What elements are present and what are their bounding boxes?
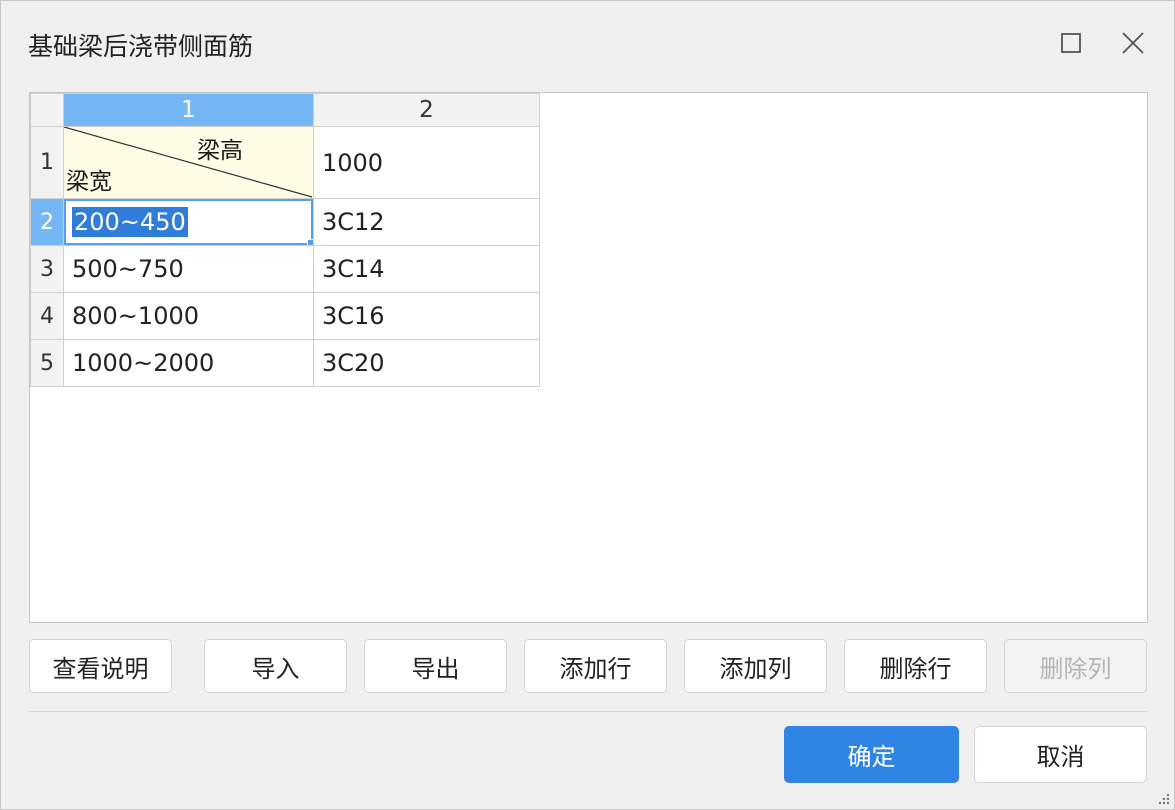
row-header-5[interactable]: 5 [30, 339, 64, 387]
import-button[interactable]: 导入 [204, 639, 347, 693]
grid-cell[interactable]: 3C16 [313, 292, 540, 340]
row-header-1[interactable]: 1 [30, 126, 64, 199]
grid-cell[interactable]: 1000 [313, 126, 540, 199]
divider [29, 711, 1147, 712]
grid-table: 1 2 1 梁高 梁宽 1000 2 200~450 3C12 3 500~75… [30, 93, 540, 387]
cell-selection-outline [64, 199, 313, 245]
maximize-icon [1061, 33, 1081, 53]
grid-cell[interactable]: 3C12 [313, 198, 540, 246]
grid-cell[interactable]: 3C14 [313, 245, 540, 293]
add-row-button[interactable]: 添加行 [524, 639, 667, 693]
header-bottom-label: 梁宽 [66, 169, 112, 195]
grid-cell[interactable]: 800~1000 [63, 292, 314, 340]
row-header-3[interactable]: 3 [30, 245, 64, 293]
column-header-2[interactable]: 2 [313, 93, 540, 127]
add-column-button[interactable]: 添加列 [684, 639, 827, 693]
active-grid-cell[interactable]: 200~450 [63, 198, 314, 246]
ok-button[interactable]: 确定 [784, 726, 959, 783]
fill-handle[interactable] [307, 239, 313, 245]
close-icon [1122, 32, 1144, 54]
close-button[interactable] [1115, 25, 1151, 61]
view-help-button[interactable]: 查看说明 [29, 639, 172, 693]
spreadsheet-grid[interactable]: 1 2 1 梁高 梁宽 1000 2 200~450 3C12 3 500~75… [29, 92, 1148, 623]
header-top-label: 梁高 [197, 138, 243, 164]
maximize-button[interactable] [1053, 25, 1089, 61]
column-header-1[interactable]: 1 [63, 93, 314, 127]
grid-cell[interactable]: 1000~2000 [63, 339, 314, 387]
row-header-4[interactable]: 4 [30, 292, 64, 340]
cancel-button[interactable]: 取消 [974, 726, 1147, 783]
dialog-title: 基础梁后浇带侧面筋 [28, 32, 254, 61]
resize-grip-icon[interactable] [1158, 793, 1170, 805]
grid-corner[interactable] [30, 93, 64, 127]
row-header-2[interactable]: 2 [30, 198, 64, 246]
export-button[interactable]: 导出 [364, 639, 507, 693]
dialog-window: 基础梁后浇带侧面筋 1 2 1 梁高 梁宽 1000 2 200~450 3C1… [0, 0, 1175, 810]
diagonal-header-cell[interactable]: 梁高 梁宽 [63, 126, 314, 199]
grid-cell[interactable]: 3C20 [313, 339, 540, 387]
delete-column-button[interactable]: 删除列 [1004, 639, 1147, 693]
delete-row-button[interactable]: 删除行 [844, 639, 987, 693]
grid-cell[interactable]: 500~750 [63, 245, 314, 293]
